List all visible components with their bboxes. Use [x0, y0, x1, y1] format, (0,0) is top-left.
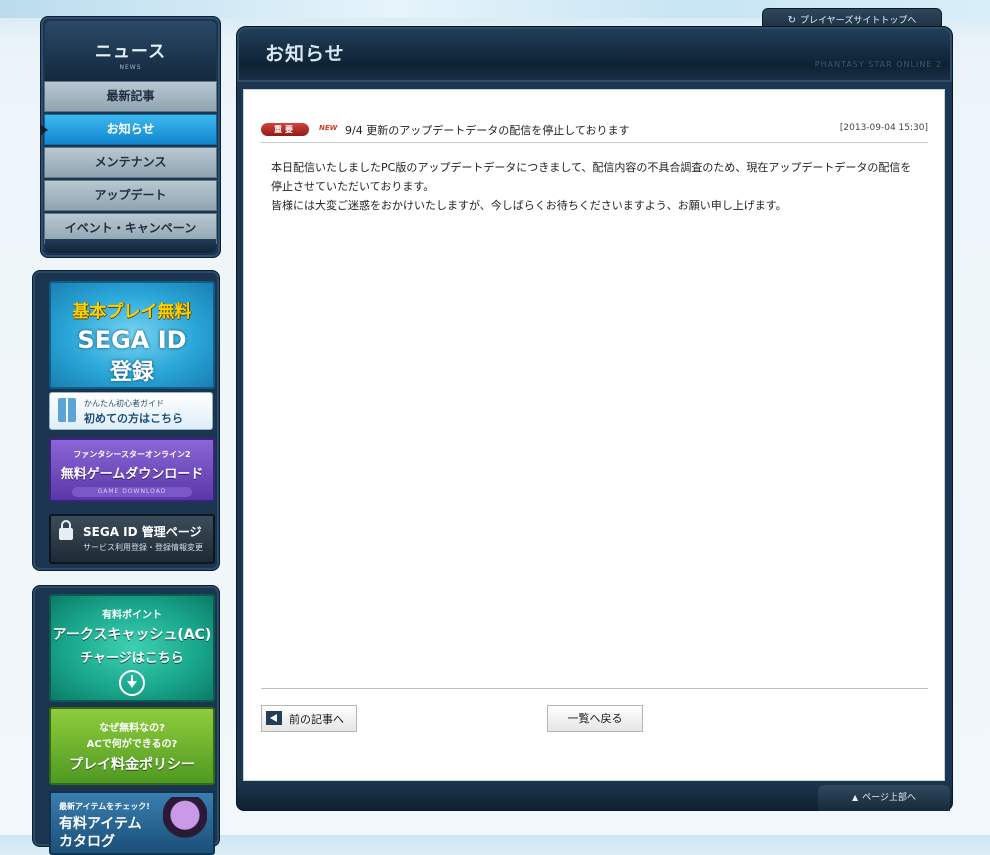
- header-deco-text: PHANTASY STAR ONLINE 2: [814, 60, 942, 69]
- article-content: 重要 NEW 9/4 更新のアップデートデータの配信を停止しております [201…: [243, 89, 945, 781]
- guide-banner-main: 初めての方はこちら: [84, 412, 183, 425]
- lock-icon: [59, 520, 73, 540]
- prev-article-label: 前の記事へ: [289, 713, 344, 726]
- register-banner-line3: 登録: [109, 360, 154, 385]
- sidebar-item-update[interactable]: アップデート: [44, 180, 217, 211]
- sega-id-manage-banner[interactable]: SEGA ID 管理ページ サービス利用登録・登録情報変更: [49, 514, 215, 564]
- guide-banner-small: かんたん初心者ガイド: [84, 399, 164, 408]
- article-paragraph: 本日配信いたしましたPC版のアップデートデータにつきまして、配信内容の不具合調査…: [271, 161, 912, 193]
- news-sidebar-subtitle: NEWS: [119, 64, 142, 71]
- article-date: [2013-09-04 15:30]: [839, 123, 928, 133]
- news-sidebar-header: ニュース NEWS: [45, 21, 216, 81]
- arks-cash-banner[interactable]: 有料ポイント アークスキャッシュ(AC) チャージはこちら: [49, 594, 215, 702]
- sega-id-manage-title: SEGA ID 管理ページ: [83, 525, 202, 539]
- download-banner-main: 無料ゲームダウンロード: [60, 467, 204, 482]
- beginner-guide-banner[interactable]: かんたん初心者ガイド 初めての方はこちら: [49, 392, 213, 430]
- promo-frame-secondary: 有料ポイント アークスキャッシュ(AC) チャージはこちら なぜ無料なの? AC…: [32, 585, 220, 855]
- policy-line2: ACで何ができるの?: [86, 739, 178, 750]
- sidebar-item-label: お知らせ: [106, 122, 155, 136]
- sidebar-item-maintenance[interactable]: メンテナンス: [44, 147, 217, 178]
- register-banner-line2: SEGA ID: [77, 326, 187, 354]
- sidebar-item-notices[interactable]: お知らせ: [41, 114, 217, 145]
- policy-line1: なぜ無料なの?: [99, 723, 165, 734]
- item-catalog-banner[interactable]: 最新アイテムをチェック! 有料アイテム カタログ: [49, 791, 215, 855]
- promo-frame-primary: 基本プレイ無料 SEGA ID 登録 かんたん初心者ガイド 初めての方はこちら …: [32, 270, 220, 571]
- news-sidebar-footer: [45, 239, 216, 253]
- arks-cash-line1: 有料ポイント: [102, 610, 162, 621]
- news-sidebar-title: ニュース: [94, 42, 167, 62]
- sidebar-item-latest[interactable]: 最新記事: [44, 81, 217, 112]
- article-title: 9/4 更新のアップデートデータの配信を停止しております: [345, 124, 630, 137]
- left-arrow-icon: [266, 711, 282, 725]
- back-to-list-button[interactable]: 一覧へ戻る: [547, 705, 643, 732]
- important-badge: 重要: [261, 123, 309, 136]
- sega-id-register-banner[interactable]: 基本プレイ無料 SEGA ID 登録: [49, 281, 215, 389]
- catalog-line1: 有料アイテム: [59, 816, 142, 832]
- catalog-line2: カタログ: [59, 834, 115, 850]
- page-title: お知らせ: [265, 43, 345, 65]
- up-arrow-icon: ▲: [852, 793, 859, 802]
- play-policy-banner[interactable]: なぜ無料なの? ACで何ができるの? プレイ料金ポリシー: [49, 707, 215, 785]
- new-badge: NEW: [319, 124, 338, 132]
- catalog-small: 最新アイテムをチェック!: [59, 802, 150, 811]
- players-site-top-label: プレイヤーズサイトトップへ: [800, 16, 917, 26]
- news-sidebar: ニュース NEWS 最新記事 お知らせ メンテナンス アップデート イベント・キ…: [40, 16, 221, 258]
- article-body: 本日配信いたしましたPC版のアップデートデータにつきまして、配信内容の不具合調査…: [271, 158, 921, 215]
- content-divider: [261, 688, 928, 689]
- policy-line3: プレイ料金ポリシー: [69, 757, 195, 773]
- register-banner-line1: 基本プレイ無料: [72, 302, 192, 322]
- prev-article-button[interactable]: 前の記事へ: [261, 705, 357, 732]
- sega-id-manage-sub: サービス利用登録・登録情報変更: [83, 543, 203, 552]
- character-icon: [163, 797, 207, 849]
- active-marker-icon: [41, 125, 48, 135]
- download-banner-ribbon: GAME DOWNLOAD: [72, 487, 192, 497]
- guide-book-icon: [58, 398, 76, 422]
- page-top-label: ページ上部へ: [862, 793, 916, 803]
- download-arrow-icon: [119, 670, 145, 696]
- article-paragraph: 皆様には大変ご迷惑をおかけいたしますが、今しばらくお待ちくださいますよう、お願い…: [271, 199, 787, 212]
- free-download-banner[interactable]: ファンタシースターオンライン2 無料ゲームダウンロード GAME DOWNLOA…: [49, 438, 215, 502]
- return-arrow-icon: ↻: [787, 15, 797, 26]
- news-category-list: 最新記事 お知らせ メンテナンス アップデート イベント・キャンペーン: [41, 81, 217, 246]
- page-top-link[interactable]: ▲ ページ上部へ: [818, 785, 950, 811]
- article-header: 重要 NEW 9/4 更新のアップデートデータの配信を停止しております [201…: [261, 122, 928, 143]
- arks-cash-line3: チャージはこちら: [80, 651, 184, 666]
- arks-cash-line2: アークスキャッシュ(AC): [52, 627, 212, 643]
- main-header: お知らせ PHANTASY STAR ONLINE 2: [236, 26, 953, 83]
- download-banner-small: ファンタシースターオンライン2: [73, 450, 191, 459]
